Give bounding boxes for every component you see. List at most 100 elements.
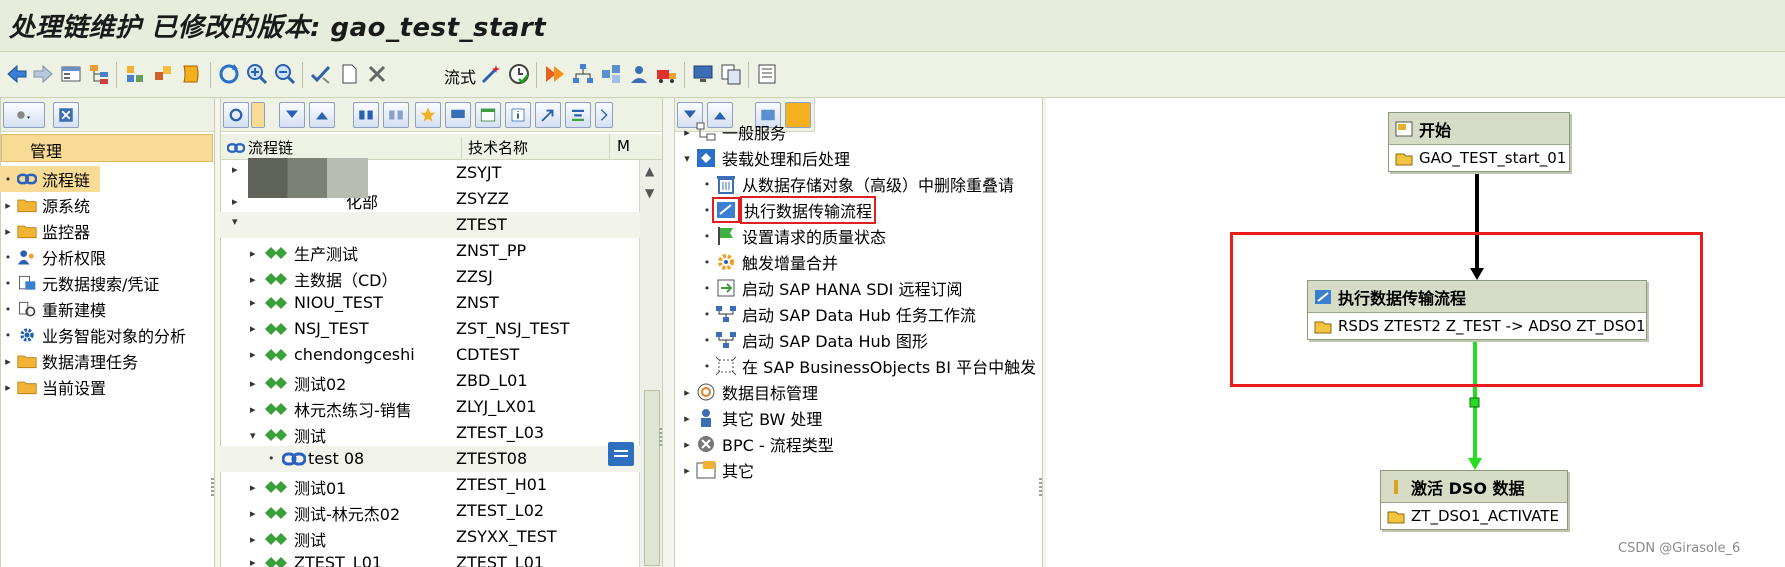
diamond-chain-icon [265,377,287,389]
close-panel-icon[interactable] [53,102,79,128]
table-row[interactable]: ▸ 测试-林元杰02 ZTEST_L02 [220,498,640,524]
type-data-target-admin[interactable]: ▸ 数据目标管理 [680,379,818,405]
nav-item-process-chain[interactable]: • 流程链 [0,166,100,192]
nav-item-bi-object-analysis[interactable]: • 业务智能对象的分析 [0,322,186,348]
flow-text-button[interactable]: 流式 [444,64,476,88]
scroll-down-icon[interactable]: ▼ [645,186,654,200]
truck-icon[interactable] [654,60,680,88]
column-process-chain[interactable]: 流程链 [227,137,293,158]
activate-icon[interactable] [542,60,568,88]
nav-item-source-systems[interactable]: ▸ 源系统 [0,192,90,218]
type-set-quality-status[interactable]: • 设置请求的质量状态 [700,223,886,249]
type-execute-dtp[interactable]: • 执行数据传输流程 [700,196,877,224]
collapse-all-icon[interactable] [309,102,335,128]
type-bo-bi-trigger[interactable]: • 在 SAP BusinessObjects BI 平台中触发 [700,353,1036,379]
type-general-services[interactable]: ▸ 一般服务 [680,119,786,145]
nav-item-remodel[interactable]: • 重新建模 [0,296,106,322]
nav-item-analysis-auth[interactable]: • 分析权限 [0,244,106,270]
nav-item-monitor[interactable]: ▸ 监控器 [0,218,90,244]
list-scrollbar[interactable]: ▲ ▼ [639,160,662,567]
refresh-icon[interactable] [216,60,242,88]
favorite-icon[interactable] [415,102,441,128]
start-icon [1395,121,1413,136]
table-icon[interactable] [475,102,501,128]
watermark: CSDN @Girasole_6 [1618,541,1741,556]
selector-icon[interactable] [251,102,265,128]
table-row[interactable]: ▸ 林元杰练习-销售 ZLYJ_LX01 [220,394,640,420]
column-tech-name[interactable]: 技术名称 [461,137,528,159]
table-row[interactable]: ▸ ZTEST_L01 ZTEST_L01 [220,550,640,567]
type-other-bw[interactable]: ▸ 其它 BW 处理 [680,405,822,431]
variant-icon [1387,511,1405,524]
more-icon[interactable] [595,102,613,128]
diamond-chain-icon [265,556,287,567]
type-data-hub-workflow[interactable]: • 启动 SAP Data Hub 任务工作流 [700,301,976,327]
folder-icon [16,195,38,215]
scroll-thumb[interactable] [644,390,660,566]
table-row[interactable]: ▸ NIOU_TEST ZNST [220,290,640,316]
type-delete-overlapping[interactable]: • 从数据存储对象（高级）中删除重叠请 [700,171,1014,197]
forward-arrow-icon[interactable] [30,60,56,88]
user-icon[interactable] [626,60,652,88]
table-row[interactable]: ▸ chendongceshi CDTEST [220,342,640,368]
script-icon[interactable] [178,60,204,88]
transport-icon[interactable] [598,60,624,88]
nav-item-current-settings[interactable]: ▸ 当前设置 [0,374,106,400]
new-document-icon[interactable] [336,60,362,88]
scroll-up-icon[interactable]: ▲ [645,164,654,178]
node-start[interactable]: 开始 GAO_TEST_start_01 [1388,112,1570,172]
table-row[interactable]: ▸ 测试02 ZBD_L01 [220,368,640,394]
favorites-icon[interactable] [785,102,811,128]
monitor-icon[interactable] [445,102,471,128]
type-load-process[interactable]: ▾ 装载处理和后处理 [680,145,850,171]
load-process-icon [694,147,718,169]
copy-icon[interactable] [718,60,744,88]
nav-item-metadata-search[interactable]: • 元数据搜索/凭证 [0,270,160,296]
display-icon[interactable] [58,60,84,88]
title-object: gao_test_start [330,13,547,43]
table-row[interactable]: ▸ NSJ_TEST ZST_NSJ_TEST [220,316,640,342]
type-other[interactable]: ▸ 其它 [680,457,754,483]
objects-icon[interactable] [150,60,176,88]
table-row[interactable]: ▸ 测试 ZSYXX_TEST [220,524,640,550]
column-m[interactable]: M [609,134,637,160]
table-row[interactable]: ▸ 生产测试 ZNST_PP [220,238,640,264]
chain-icon [16,169,38,189]
schedule-check-icon[interactable] [506,60,532,88]
type-data-hub-graph[interactable]: • 启动 SAP Data Hub 图形 [700,327,928,353]
refresh-icon[interactable] [223,102,249,128]
find-next-icon[interactable] [383,102,409,128]
table-row[interactable]: • test 08 ZTEST08 [220,446,640,472]
zoom-out-icon[interactable] [272,60,298,88]
type-bpc[interactable]: ▸ BPC - 流程类型 [680,431,834,457]
find-icon[interactable] [353,102,379,128]
align-icon[interactable] [565,102,591,128]
info-icon[interactable] [505,102,531,128]
subscription-icon [714,277,738,299]
nav-item-data-cleanup[interactable]: ▸ 数据清理任务 [0,348,138,374]
sap-process-chain-window: 处理链维护 已修改的版本: gao_test_start 流式 管理 • 流程链… [0,0,1785,567]
layout-icon[interactable] [122,60,148,88]
list-icon[interactable] [754,60,780,88]
monitor-icon[interactable] [690,60,716,88]
back-arrow-icon[interactable] [4,60,30,88]
table-row[interactable]: ▾ 测试 ZTEST_L03 [220,420,640,446]
type-delta-merge[interactable]: • 触发增量合并 [700,249,838,275]
expand-all-icon[interactable] [279,102,305,128]
type-hana-sdi[interactable]: • 启动 SAP HANA SDI 远程订阅 [700,275,962,301]
table-row[interactable]: ▾ ZTEST [220,212,640,238]
wand-icon[interactable] [478,60,504,88]
view-dropdown-icon[interactable] [3,102,45,128]
zoom-in-icon[interactable] [244,60,270,88]
network-icon[interactable] [570,60,596,88]
details-marker-icon[interactable] [608,442,634,466]
hierarchy-icon[interactable] [86,60,112,88]
diamond-chain-icon [265,322,287,335]
table-row[interactable]: ▸ 主数据（CD） ZZSJ [220,264,640,290]
table-row[interactable]: ▸ 测试01 ZTEST_H01 [220,472,640,498]
check-icon[interactable] [308,60,334,88]
delete-icon[interactable] [364,60,390,88]
node-activate-dso[interactable]: 激活 DSO 数据 ZT_DSO1_ACTIVATE [1380,470,1568,530]
jump-icon[interactable] [535,102,561,128]
folder-icon [16,351,38,371]
